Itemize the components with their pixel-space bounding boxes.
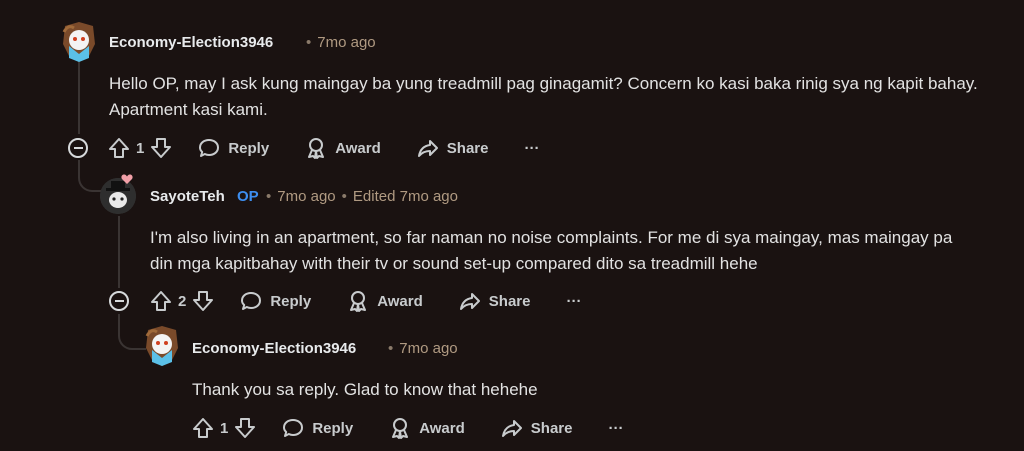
downvote-button[interactable] <box>192 290 214 312</box>
comment-body: I'm also living in an apartment, so far … <box>150 228 953 273</box>
reply-icon <box>283 419 304 437</box>
reply-button[interactable]: Reply <box>282 417 353 439</box>
comment-body: Hello OP, may I ask kung maingay ba yung… <box>109 74 978 119</box>
more-options-icon: ··· <box>566 292 582 310</box>
upvote-icon <box>109 138 129 158</box>
reply-label: Reply <box>270 292 312 310</box>
collapse-thread-button[interactable] <box>68 138 88 158</box>
separator-dot: • <box>341 188 347 205</box>
more-options-button[interactable]: ··· <box>566 293 581 310</box>
comment-meta: • 7mo ago <box>382 340 458 357</box>
collapse-thread-button[interactable] <box>109 291 129 311</box>
award-icon <box>392 418 409 439</box>
award-label: Award <box>419 419 465 437</box>
comment-time[interactable]: 7mo ago <box>317 34 375 51</box>
more-options-icon: ··· <box>524 139 540 157</box>
reply-button[interactable]: Reply <box>240 290 311 312</box>
award-icon <box>350 291 367 312</box>
reply-icon <box>199 139 220 157</box>
comment-meta: • 7mo ago <box>300 34 376 51</box>
user-avatar-icon <box>62 22 95 62</box>
award-button[interactable]: Award <box>347 290 423 312</box>
share-label: Share <box>488 292 531 310</box>
upvote-button[interactable] <box>150 290 172 312</box>
comment-body: Thank you sa reply. Glad to know that he… <box>192 380 538 399</box>
share-button[interactable]: Share <box>501 417 573 439</box>
vote-count: 2 <box>178 292 187 310</box>
upvote-button[interactable] <box>192 417 214 439</box>
downvote-button[interactable] <box>150 137 172 159</box>
award-button[interactable]: Award <box>389 417 465 439</box>
more-options-button[interactable]: ··· <box>608 420 623 437</box>
share-label: Share <box>530 419 573 437</box>
share-icon <box>501 420 522 437</box>
separator-dot: • <box>306 34 312 51</box>
avatar[interactable] <box>60 22 98 62</box>
more-options-icon: ··· <box>608 419 624 437</box>
user-avatar-icon <box>145 326 178 366</box>
vote-count: 1 <box>136 139 145 157</box>
avatar[interactable] <box>143 326 181 366</box>
separator-dot: • <box>388 340 394 357</box>
award-button[interactable]: Award <box>305 137 381 159</box>
reply-button[interactable]: Reply <box>198 137 269 159</box>
reply-label: Reply <box>312 419 354 437</box>
flair-heart-icon <box>121 172 133 184</box>
reply-icon <box>241 292 262 310</box>
award-label: Award <box>377 292 423 310</box>
comment-actions: 2 Reply Award Share ··· <box>150 287 581 315</box>
downvote-icon <box>235 418 256 438</box>
comment-time[interactable]: 7mo ago <box>399 340 457 357</box>
downvote-button[interactable] <box>234 417 256 439</box>
share-label: Share <box>446 139 489 157</box>
award-label: Award <box>335 139 381 157</box>
separator-dot: • <box>266 188 272 205</box>
upvote-button[interactable] <box>108 137 130 159</box>
award-icon <box>308 138 325 159</box>
share-button[interactable]: Share <box>417 137 489 159</box>
downvote-icon <box>151 138 172 158</box>
upvote-icon <box>151 291 171 311</box>
share-icon <box>459 293 480 310</box>
op-badge: OP <box>237 188 259 205</box>
comment-author[interactable]: Economy-Election3946 <box>192 340 356 357</box>
comment-actions: 1 Reply Award Share ··· <box>192 414 623 442</box>
more-options-button[interactable]: ··· <box>524 140 539 157</box>
reply-label: Reply <box>228 139 270 157</box>
downvote-icon <box>193 291 214 311</box>
share-icon <box>417 140 438 157</box>
comment-meta: • 7mo ago • Edited 7mo ago <box>260 188 458 205</box>
comment-author[interactable]: SayoteTeh <box>150 188 225 205</box>
comment-time[interactable]: 7mo ago <box>277 188 335 205</box>
comment-actions: 1 Reply Award Share ··· <box>108 134 539 162</box>
upvote-icon <box>193 418 213 438</box>
edited-label: Edited 7mo ago <box>352 188 458 205</box>
share-button[interactable]: Share <box>459 290 531 312</box>
comment-author[interactable]: Economy-Election3946 <box>109 34 273 51</box>
vote-count: 1 <box>220 419 229 437</box>
